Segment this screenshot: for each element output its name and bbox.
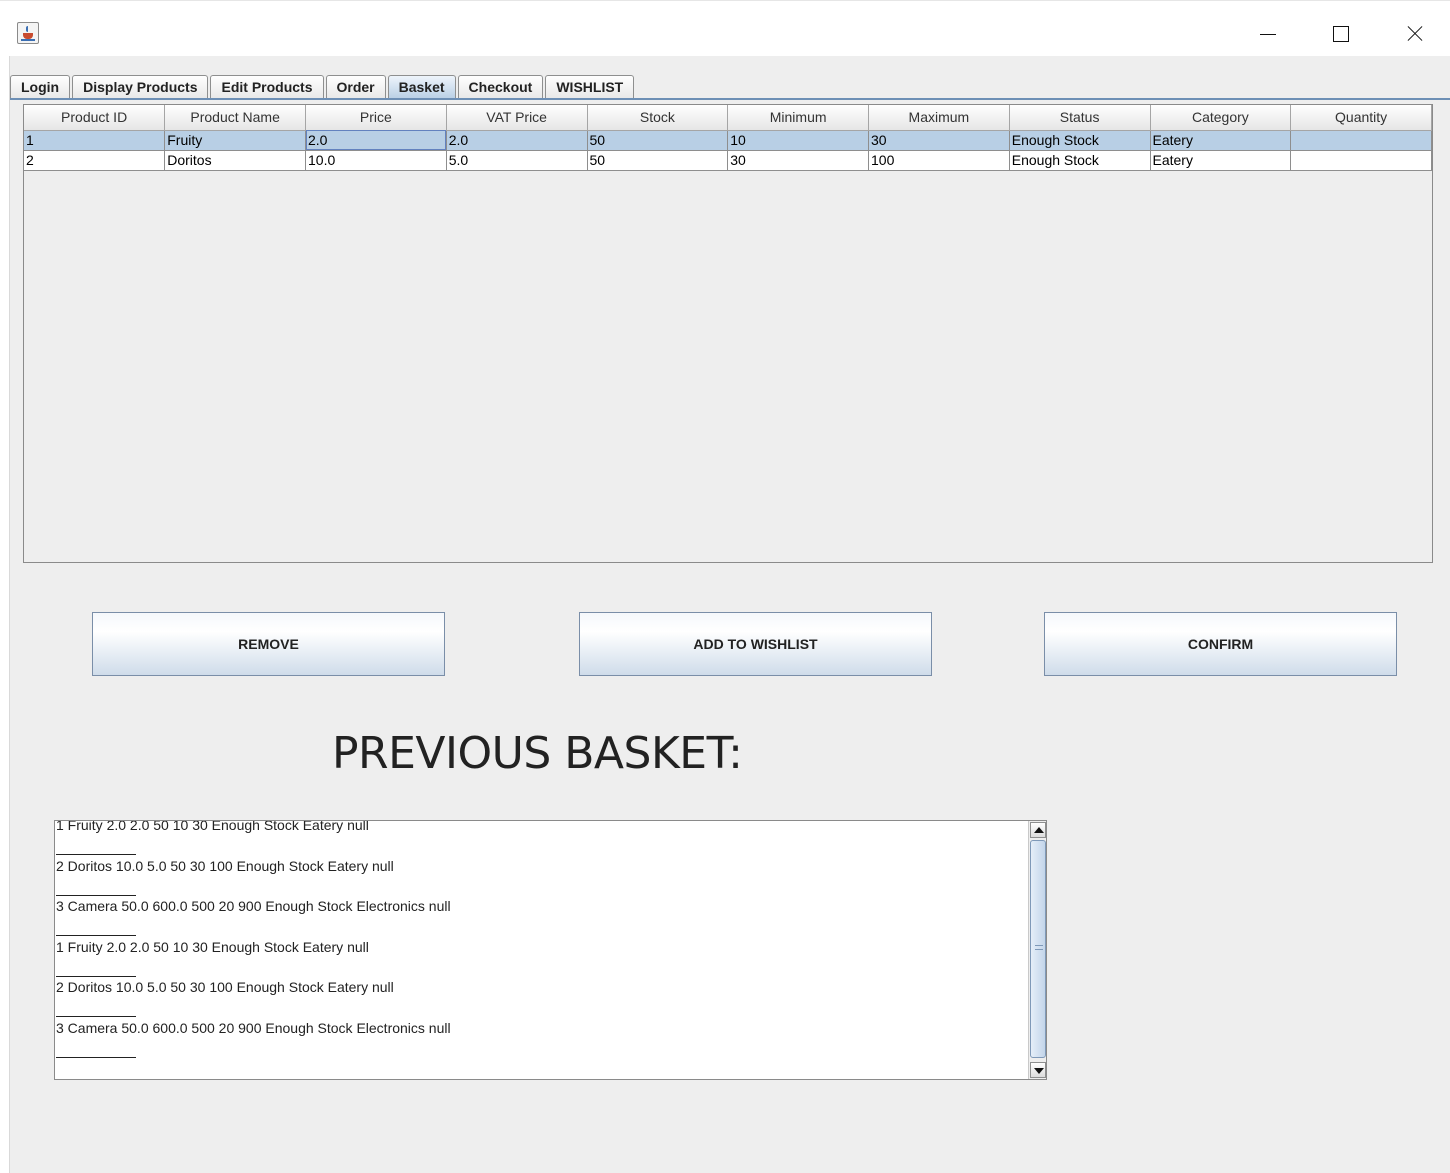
java-cup-icon[interactable] xyxy=(17,22,39,44)
close-icon[interactable] xyxy=(1391,15,1437,51)
tab-bar: Login Display Products Edit Products Ord… xyxy=(10,75,636,99)
scroll-down-arrow-icon[interactable] xyxy=(1030,1062,1046,1078)
table-cell[interactable]: 30 xyxy=(727,150,869,171)
column-header[interactable]: Quantity xyxy=(1290,105,1432,131)
table-cell[interactable]: Doritos xyxy=(164,150,306,171)
table-cell[interactable] xyxy=(1290,150,1432,171)
table-cell[interactable]: Eatery xyxy=(1150,130,1292,151)
column-header[interactable]: VAT Price xyxy=(446,105,588,131)
table-cell[interactable]: 50 xyxy=(587,150,729,171)
table-cell[interactable]: Enough Stock xyxy=(1009,150,1151,171)
tab-edit-products[interactable]: Edit Products xyxy=(210,75,324,99)
basket-table-panel[interactable]: Product ID Product Name Price VAT Price … xyxy=(23,104,1433,563)
basket-line: 1 Fruity 2.0 2.0 50 10 30 Enough Stock E… xyxy=(56,821,1026,858)
table-cell[interactable]: Fruity xyxy=(164,130,306,151)
tab-order[interactable]: Order xyxy=(325,75,386,99)
tab-wishlist[interactable]: WISHLIST xyxy=(545,75,635,99)
basket-line: 3 Camera 50.0 600.0 500 20 900 Enough St… xyxy=(56,898,1026,939)
table-cell[interactable]: 10.0 xyxy=(305,150,447,171)
table-cell[interactable]: Enough Stock xyxy=(1009,130,1151,151)
table-cell[interactable]: 1 xyxy=(24,130,166,151)
maximize-icon[interactable] xyxy=(1318,15,1364,51)
table-cell[interactable]: 30 xyxy=(868,130,1010,151)
column-header[interactable]: Price xyxy=(305,105,447,131)
tab-checkout[interactable]: Checkout xyxy=(457,75,544,99)
previous-basket-textarea[interactable]: 1 Fruity 2.0 2.0 50 10 30 Enough Stock E… xyxy=(54,820,1047,1080)
tab-underline xyxy=(10,98,1450,100)
column-header[interactable]: Stock xyxy=(587,105,729,131)
minimize-icon[interactable] xyxy=(1244,15,1290,51)
tab-login[interactable]: Login xyxy=(10,75,71,99)
table-cell[interactable]: 2.0 xyxy=(305,130,447,151)
table-cell[interactable]: Eatery xyxy=(1150,150,1292,171)
column-header[interactable]: Maximum xyxy=(868,105,1010,131)
add-to-wishlist-button[interactable]: ADD TO WISHLIST xyxy=(579,612,932,676)
column-header[interactable]: Category xyxy=(1150,105,1292,131)
column-header[interactable]: Minimum xyxy=(727,105,869,131)
column-header[interactable]: Product Name xyxy=(164,105,306,131)
vertical-scrollbar[interactable] xyxy=(1028,821,1046,1079)
remove-button[interactable]: REMOVE xyxy=(92,612,445,676)
scroll-up-arrow-icon[interactable] xyxy=(1030,822,1046,838)
table-cell[interactable] xyxy=(1290,130,1432,151)
basket-line: 1 Fruity 2.0 2.0 50 10 30 Enough Stock E… xyxy=(56,939,1026,980)
table-header-row: Product ID Product Name Price VAT Price … xyxy=(24,105,1432,131)
scroll-thumb[interactable] xyxy=(1030,840,1046,1058)
table-cell[interactable]: 2 xyxy=(24,150,166,171)
table-cell[interactable]: 10 xyxy=(727,130,869,151)
basket-line: 3 Camera 50.0 600.0 500 20 900 Enough St… xyxy=(56,1020,1026,1061)
basket-line: 2 Doritos 10.0 5.0 50 30 100 Enough Stoc… xyxy=(56,858,1026,899)
table-row[interactable]: 1 Fruity 2.0 2.0 50 10 30 Enough Stock E… xyxy=(24,130,1432,151)
table-row[interactable]: 2 Doritos 10.0 5.0 50 30 100 Enough Stoc… xyxy=(24,150,1432,171)
table-cell[interactable]: 50 xyxy=(587,130,729,151)
basket-line: 2 Doritos 10.0 5.0 50 30 100 Enough Stoc… xyxy=(56,979,1026,1020)
basket-table[interactable]: Product ID Product Name Price VAT Price … xyxy=(24,105,1432,171)
table-cell[interactable]: 100 xyxy=(868,150,1010,171)
confirm-button[interactable]: CONFIRM xyxy=(1044,612,1397,676)
table-cell[interactable]: 5.0 xyxy=(446,150,588,171)
tab-display-products[interactable]: Display Products xyxy=(72,75,209,99)
title-bar xyxy=(0,0,1450,56)
column-header[interactable]: Status xyxy=(1009,105,1151,131)
previous-basket-heading: PREVIOUS BASKET: xyxy=(332,728,743,779)
tab-basket[interactable]: Basket xyxy=(387,75,456,99)
column-header[interactable]: Product ID xyxy=(24,105,166,131)
table-cell[interactable]: 2.0 xyxy=(446,130,588,151)
